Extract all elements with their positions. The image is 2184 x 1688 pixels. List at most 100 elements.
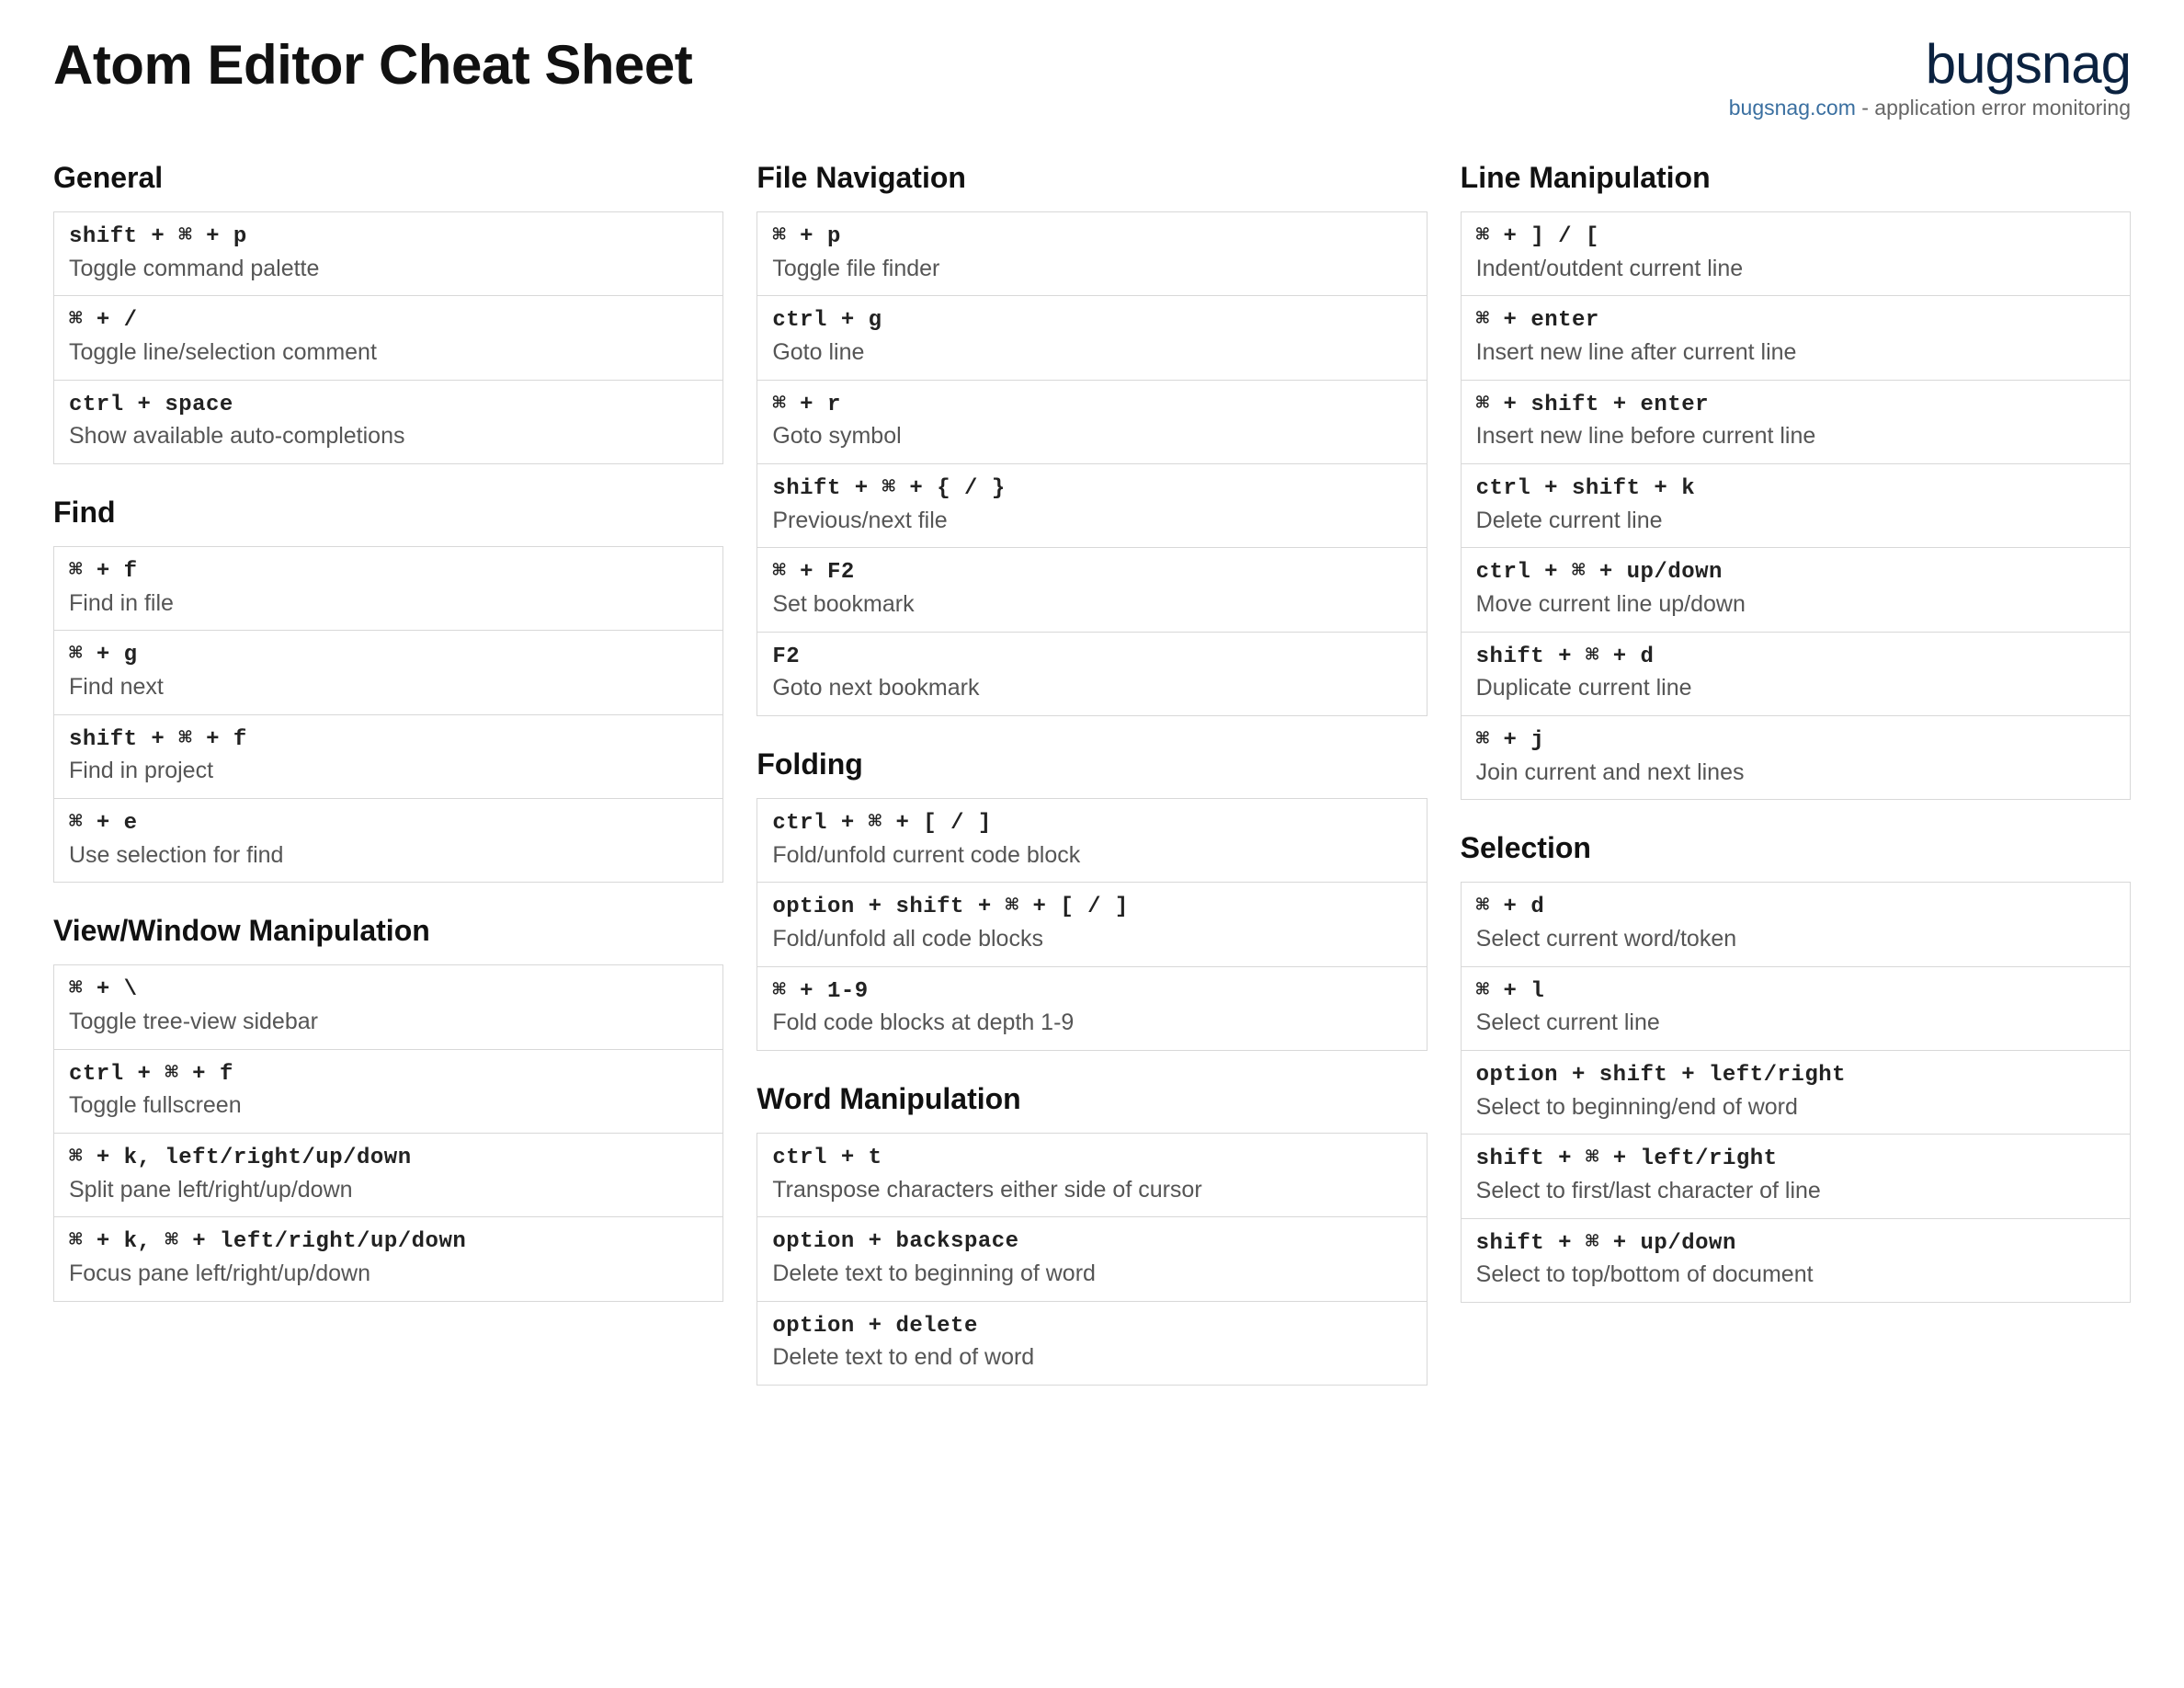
shortcut-desc: Delete text to beginning of word bbox=[772, 1259, 1411, 1290]
shortcut-keys: ⌘ + k, ⌘ + left/right/up/down bbox=[69, 1226, 708, 1258]
section: Word Manipulation ctrl + tTranspose chara… bbox=[756, 1082, 1427, 1386]
shortcut-row: ⌘ + /Toggle line/selection comment bbox=[54, 296, 722, 380]
brand-link[interactable]: bugsnag.com bbox=[1729, 96, 1856, 120]
shortcut-keys: ctrl + ⌘ + f bbox=[69, 1059, 708, 1090]
shortcut-desc: Find next bbox=[69, 672, 708, 703]
shortcut-keys: ⌘ + / bbox=[69, 305, 708, 336]
shortcut-keys: ctrl + ⌘ + up/down bbox=[1476, 557, 2115, 588]
shortcut-row: option + backspaceDelete text to beginni… bbox=[757, 1217, 1426, 1301]
shortcut-keys: ⌘ + l bbox=[1476, 976, 2115, 1008]
column: General shift + ⌘ + pToggle command palet… bbox=[53, 161, 723, 1386]
shortcut-desc: Toggle fullscreen bbox=[69, 1090, 708, 1122]
shortcut-row: option + shift + left/rightSelect to beg… bbox=[1462, 1051, 2130, 1135]
brand-logo: bugsnag bbox=[1729, 37, 2131, 92]
section-title: File Navigation bbox=[756, 161, 1427, 195]
shortcut-keys: ⌘ + j bbox=[1476, 725, 2115, 757]
shortcut-row: shift + ⌘ + left/rightSelect to first/la… bbox=[1462, 1135, 2130, 1218]
shortcut-row: ctrl + ⌘ + up/downMove current line up/d… bbox=[1462, 548, 2130, 632]
section-title: Folding bbox=[756, 747, 1427, 781]
shortcut-row: F2Goto next bookmark bbox=[757, 633, 1426, 715]
shortcut-keys: ⌘ + k, left/right/up/down bbox=[69, 1143, 708, 1174]
shortcut-keys: option + shift + left/right bbox=[1476, 1060, 2115, 1091]
shortcut-row: ctrl + shift + kDelete current line bbox=[1462, 464, 2130, 548]
shortcut-desc: Move current line up/down bbox=[1476, 589, 2115, 621]
section: File Navigation⌘ + pToggle file finderct… bbox=[756, 161, 1427, 716]
section-title: General bbox=[53, 161, 723, 195]
shortcut-keys: shift + ⌘ + p bbox=[69, 222, 708, 253]
shortcut-row: ⌘ + fFind in file bbox=[54, 547, 722, 631]
shortcut-keys: ctrl + t bbox=[772, 1143, 1411, 1174]
shortcut-keys: ctrl + space bbox=[69, 390, 708, 421]
shortcut-row: ⌘ + lSelect current line bbox=[1462, 967, 2130, 1051]
shortcut-keys: option + backspace bbox=[772, 1226, 1411, 1258]
section-title: Line Manipulation bbox=[1461, 161, 2131, 195]
shortcut-keys: ⌘ + p bbox=[772, 222, 1411, 253]
shortcut-desc: Fold code blocks at depth 1-9 bbox=[772, 1008, 1411, 1039]
brand-tagline-text: - application error monitoring bbox=[1856, 96, 2131, 120]
shortcut-keys: ⌘ + d bbox=[1476, 892, 2115, 923]
shortcut-table: ⌘ + ] / [Indent/outdent current line⌘ + … bbox=[1461, 211, 2131, 800]
shortcut-row: ⌘ + enterInsert new line after current l… bbox=[1462, 296, 2130, 380]
shortcut-row: ⌘ + k, ⌘ + left/right/up/downFocus pane … bbox=[54, 1217, 722, 1300]
shortcut-row: ctrl + ⌘ + [ / ]Fold/unfold current code… bbox=[757, 799, 1426, 883]
shortcut-table: ⌘ + fFind in file ⌘ + gFind next shift + ⌘… bbox=[53, 546, 723, 883]
shortcut-keys: ⌘ + 1-9 bbox=[772, 976, 1411, 1008]
shortcut-desc: Find in project bbox=[69, 756, 708, 787]
shortcut-keys: ctrl + g bbox=[772, 305, 1411, 336]
shortcut-row: option + shift + ⌘ + [ / ]Fold/unfold al… bbox=[757, 883, 1426, 966]
shortcut-desc: Use selection for find bbox=[69, 840, 708, 872]
shortcut-row: ⌘ + F2Set bookmark bbox=[757, 548, 1426, 632]
shortcut-desc: Set bookmark bbox=[772, 589, 1411, 621]
shortcut-keys: ⌘ + f bbox=[69, 556, 708, 587]
shortcut-row: ⌘ + \Toggle tree-view sidebar bbox=[54, 965, 722, 1049]
shortcut-desc: Toggle tree-view sidebar bbox=[69, 1007, 708, 1038]
shortcut-row: ⌘ + 1-9Fold code blocks at depth 1-9 bbox=[757, 967, 1426, 1050]
shortcut-keys: F2 bbox=[772, 642, 1411, 673]
shortcut-desc: Insert new line after current line bbox=[1476, 337, 2115, 369]
shortcut-desc: Fold/unfold current code block bbox=[772, 840, 1411, 872]
shortcut-row: ⌘ + eUse selection for find bbox=[54, 799, 722, 882]
shortcut-desc: Previous/next file bbox=[772, 506, 1411, 537]
shortcut-desc: Goto symbol bbox=[772, 421, 1411, 452]
shortcut-desc: Select to first/last character of line bbox=[1476, 1176, 2115, 1207]
shortcut-keys: ⌘ + g bbox=[69, 640, 708, 671]
shortcut-row: shift + ⌘ + pToggle command palette bbox=[54, 212, 722, 296]
shortcut-row: ⌘ + dSelect current word/token bbox=[1462, 883, 2130, 966]
section-title: Word Manipulation bbox=[756, 1082, 1427, 1116]
section: View/Window Manipulation ⌘ + \Toggle tree… bbox=[53, 914, 723, 1301]
brand-block: bugsnag bugsnag.com - application error … bbox=[1729, 33, 2131, 120]
shortcut-keys: shift + ⌘ + up/down bbox=[1476, 1228, 2115, 1260]
section-title: View/Window Manipulation bbox=[53, 914, 723, 948]
shortcut-desc: Delete text to end of word bbox=[772, 1342, 1411, 1374]
shortcut-desc: Show available auto-completions bbox=[69, 421, 708, 452]
section: Find⌘ + fFind in file⌘ + gFind nextshift… bbox=[53, 496, 723, 883]
shortcut-row: shift + ⌘ + fFind in project bbox=[54, 715, 722, 799]
shortcut-keys: ⌘ + r bbox=[772, 390, 1411, 421]
shortcut-row: ctrl + gGoto line bbox=[757, 296, 1426, 380]
shortcut-row: ctrl + ⌘ + fToggle fullscreen bbox=[54, 1050, 722, 1134]
shortcut-row: ⌘ + pToggle file finder bbox=[757, 212, 1426, 296]
shortcut-table: ⌘ + dSelect current word/token⌘ + lSelec… bbox=[1461, 882, 2131, 1303]
shortcut-desc: Select current word/token bbox=[1476, 924, 2115, 955]
shortcut-desc: Delete current line bbox=[1476, 506, 2115, 537]
shortcut-desc: Fold/unfold all code blocks bbox=[772, 924, 1411, 955]
shortcut-desc: Insert new line before current line bbox=[1476, 421, 2115, 452]
shortcut-table: ctrl + tTranspose characters either side… bbox=[756, 1133, 1427, 1386]
shortcut-row: ctrl + spaceShow available auto-completi… bbox=[54, 381, 722, 463]
shortcut-keys: option + shift + ⌘ + [ / ] bbox=[772, 892, 1411, 923]
shortcut-keys: shift + ⌘ + left/right bbox=[1476, 1144, 2115, 1175]
shortcut-keys: ctrl + ⌘ + [ / ] bbox=[772, 808, 1411, 839]
shortcut-keys: ⌘ + enter bbox=[1476, 305, 2115, 336]
shortcut-row: shift + ⌘ + dDuplicate current line bbox=[1462, 633, 2130, 716]
shortcut-desc: Toggle line/selection comment bbox=[69, 337, 708, 369]
shortcut-desc: Indent/outdent current line bbox=[1476, 254, 2115, 285]
shortcut-desc: Split pane left/right/up/down bbox=[69, 1175, 708, 1206]
shortcut-table: ctrl + ⌘ + [ / ]Fold/unfold current code… bbox=[756, 798, 1427, 1051]
shortcut-desc: Goto line bbox=[772, 337, 1411, 369]
shortcut-keys: option + delete bbox=[772, 1311, 1411, 1342]
shortcut-keys: shift + ⌘ + { / } bbox=[772, 473, 1411, 505]
shortcut-keys: shift + ⌘ + d bbox=[1476, 642, 2115, 673]
shortcut-desc: Join current and next lines bbox=[1476, 758, 2115, 789]
section: General shift + ⌘ + pToggle command palet… bbox=[53, 161, 723, 464]
shortcut-keys: ⌘ + shift + enter bbox=[1476, 390, 2115, 421]
